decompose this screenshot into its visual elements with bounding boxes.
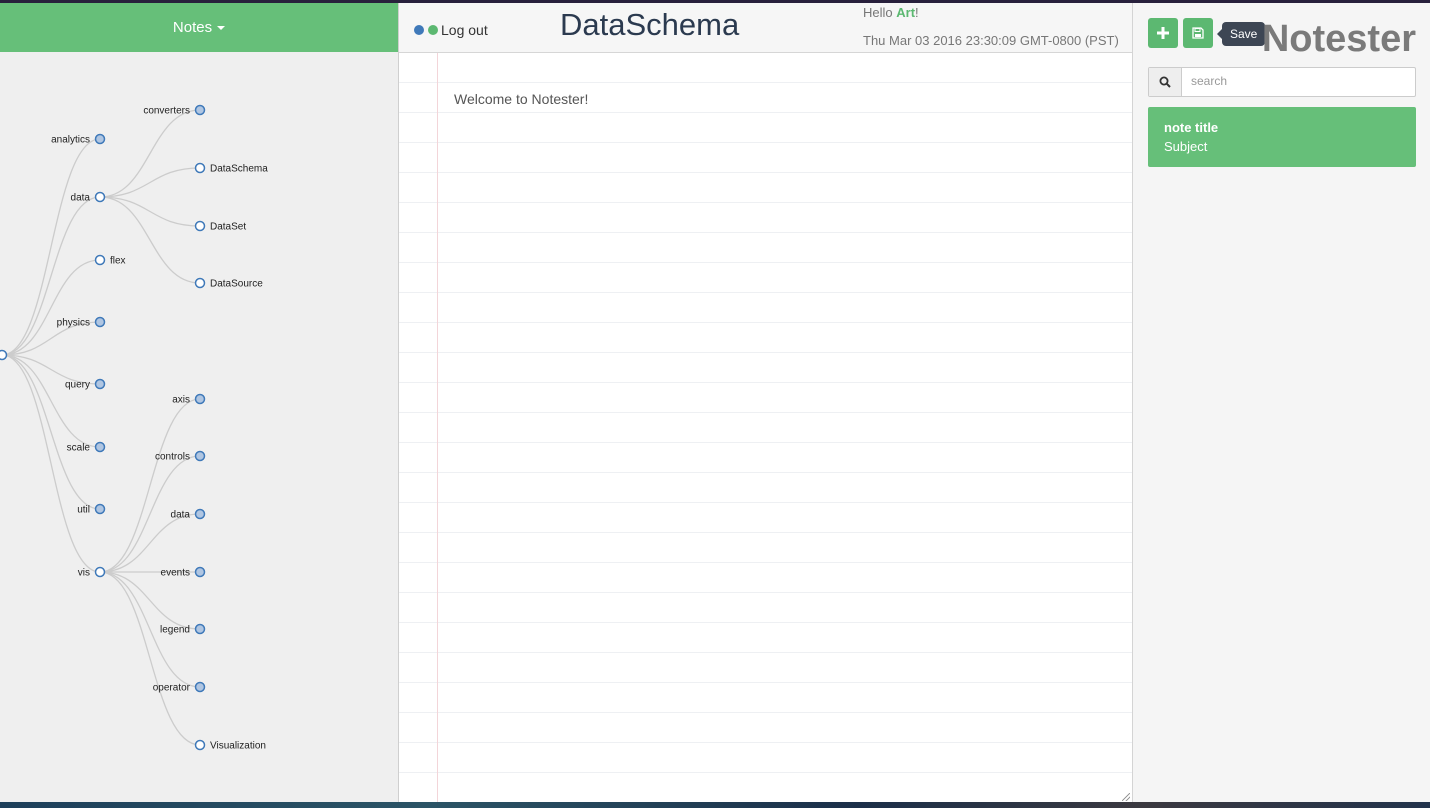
search-box	[1148, 67, 1416, 97]
tree-label-physics[interactable]: physics	[57, 318, 90, 329]
tree-node-vis-legend[interactable]	[194, 623, 206, 635]
tree-label-vis-axis[interactable]: axis	[172, 395, 190, 406]
tree-node-data-DataSource[interactable]	[194, 277, 206, 289]
search-input[interactable]	[1182, 68, 1416, 94]
notes-dropdown-button[interactable]: Notes	[0, 3, 398, 52]
tree-link	[99, 571, 201, 630]
caret-down-icon	[217, 25, 226, 30]
tree-node-vis-data[interactable]	[194, 508, 206, 520]
tree-label-data-DataSource[interactable]: DataSource	[210, 279, 263, 290]
tree-node-util[interactable]	[94, 503, 106, 515]
note-item-title: note title	[1164, 120, 1219, 135]
tree-node-physics[interactable]	[94, 316, 106, 328]
search-addon	[1149, 68, 1182, 96]
tree-label-data-DataSet[interactable]: DataSet	[210, 222, 246, 233]
tree-label-data[interactable]: data	[71, 193, 91, 204]
tree-label-query[interactable]: query	[65, 380, 90, 391]
tree-link	[1, 196, 101, 356]
note-title-heading: DataSchema	[560, 7, 740, 42]
save-note-button[interactable]	[1183, 18, 1213, 48]
tree-link	[99, 196, 201, 284]
note-list-item[interactable]: note title Subject	[1148, 107, 1416, 167]
plus-icon	[1157, 27, 1169, 39]
tree-node-scale[interactable]	[94, 441, 106, 453]
user-greeting: Hello Art!	[863, 5, 919, 20]
status-dot-green	[428, 25, 438, 35]
status-dot-blue	[414, 25, 424, 35]
tree-node-query[interactable]	[94, 378, 106, 390]
tree-label-util[interactable]: util	[77, 505, 90, 516]
tree-link	[99, 196, 201, 227]
current-datetime: Thu Mar 03 2016 23:30:09 GMT-0800 (PST)	[863, 33, 1119, 48]
desktop-background-strip	[0, 802, 1430, 808]
save-icon	[1192, 27, 1204, 39]
tree-node-vis-events[interactable]	[194, 566, 206, 578]
greeting-prefix: Hello	[863, 5, 897, 20]
add-note-button[interactable]	[1148, 18, 1178, 48]
tree-node-vis-axis[interactable]	[194, 393, 206, 405]
resize-grip-icon[interactable]	[1122, 793, 1130, 801]
tree-label-analytics[interactable]: analytics	[51, 135, 90, 146]
note-content[interactable]: Welcome to Notester!	[454, 91, 588, 107]
tree-label-vis[interactable]: vis	[78, 568, 90, 579]
tree-node-analytics[interactable]	[94, 133, 106, 145]
notes-sidebar: Save Notester note title Subject	[1133, 3, 1430, 803]
tree-label-data-DataSchema[interactable]: DataSchema	[210, 164, 268, 175]
tree-link	[99, 167, 201, 198]
tree-link	[1, 354, 101, 510]
tree-label-vis-Visualization[interactable]: Visualization	[210, 741, 266, 752]
tree-label-scale[interactable]: scale	[67, 443, 91, 454]
tree-node-data-converters[interactable]	[194, 104, 206, 116]
paper-margin-line	[437, 53, 438, 803]
tree-node-vis[interactable]	[94, 566, 106, 578]
tree-link	[99, 398, 201, 573]
tree-node-data[interactable]	[94, 191, 106, 203]
note-editor: Welcome to Notester! Log out DataSchema …	[399, 3, 1133, 803]
tree-label-flex[interactable]: flex	[110, 256, 126, 267]
brand-logo: Notester	[1261, 18, 1416, 60]
tree-label-vis-legend[interactable]: legend	[160, 625, 190, 636]
tree-label-vis-data[interactable]: data	[171, 510, 191, 521]
greeting-suffix: !	[915, 5, 919, 20]
tree-node-data-DataSet[interactable]	[194, 220, 206, 232]
note-text-area[interactable]	[399, 53, 1132, 803]
tree-node-root[interactable]	[0, 349, 8, 361]
logout-link[interactable]: Log out	[441, 22, 488, 38]
tree-label-vis-controls[interactable]: controls	[155, 452, 190, 463]
tree-label-vis-operator[interactable]: operator	[153, 683, 191, 694]
tree-node-vis-controls[interactable]	[194, 450, 206, 462]
tree-link	[99, 513, 201, 573]
notes-tree: analytics data flex physics query scale util vi…	[0, 104, 268, 752]
tree-node-flex[interactable]	[94, 254, 106, 266]
notes-dropdown-label: Notes	[172, 19, 213, 36]
notes-tree-panel: analytics data flex physics query scale util vi…	[0, 3, 399, 803]
editor-header: Log out DataSchema Hello Art! Thu Mar 03…	[399, 3, 1132, 53]
tree-node-vis-Visualization[interactable]	[194, 739, 206, 751]
save-tooltip: Save	[1216, 22, 1266, 46]
tree-link	[99, 571, 201, 746]
tree-node-vis-operator[interactable]	[194, 681, 206, 693]
user-name: Art	[896, 5, 916, 20]
tree-label-data-converters[interactable]: converters	[143, 106, 190, 117]
tree-node-data-DataSchema[interactable]	[194, 162, 206, 174]
note-item-subject: Subject	[1164, 139, 1208, 154]
tree-label-vis-events[interactable]: events	[161, 568, 190, 579]
search-icon	[1159, 76, 1171, 88]
tree-link	[99, 109, 201, 198]
